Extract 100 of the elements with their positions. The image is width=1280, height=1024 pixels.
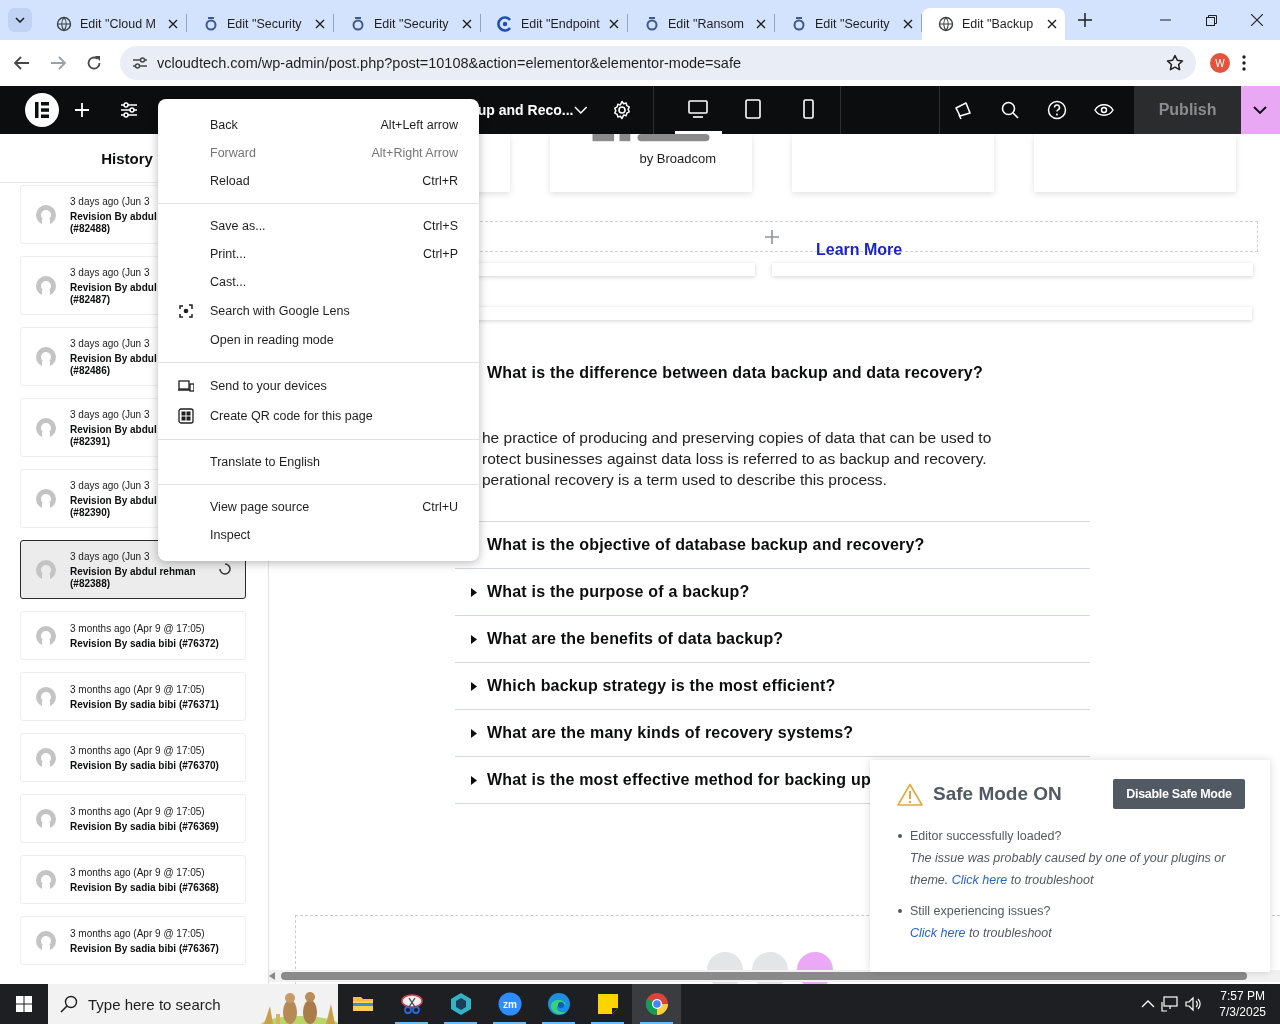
troubleshoot-link[interactable]: Click here	[910, 926, 966, 940]
chrome-icon	[644, 992, 669, 1016]
desktop-icon	[688, 98, 709, 119]
address-field[interactable]: vcloudtech.com/wp-admin/post.php?post=10108&action=elementor&elementor-mode=safe	[120, 46, 1196, 80]
panel-title: History	[101, 149, 153, 167]
revision-card[interactable]: 3 months ago (Apr 9 @ 17:05) Revision By sadia bibi (#76367)	[20, 916, 246, 965]
avatar-icon	[36, 686, 56, 707]
forward-arrow-icon[interactable]	[50, 56, 66, 70]
qr-code-icon	[178, 408, 194, 424]
bullet-dot	[898, 909, 902, 913]
search-icon	[60, 995, 78, 1013]
revision-time: 3 days ago (Jun 3	[70, 478, 151, 492]
logo-caption: by Broadcom	[639, 151, 716, 166]
volume-icon[interactable]	[1185, 996, 1204, 1012]
clock-time[interactable]: 7:57 PM	[1220, 988, 1265, 1004]
network-icon[interactable]	[1161, 996, 1180, 1012]
close-icon[interactable]	[903, 19, 913, 29]
caret-right-icon	[469, 634, 478, 644]
close-icon[interactable]	[1047, 19, 1057, 29]
revision-card[interactable]: 3 months ago (Apr 9 @ 17:05) Revision By sadia bibi (#76372)	[20, 611, 246, 660]
chevron-up-icon[interactable]	[1141, 1000, 1156, 1008]
menu-icon[interactable]	[1242, 55, 1246, 71]
browser-tab[interactable]: Edit "Ransom	[628, 8, 774, 40]
settings-icon[interactable]	[611, 100, 632, 120]
plus-icon[interactable]	[1078, 13, 1092, 27]
minimize-icon[interactable]	[1159, 19, 1171, 21]
lens-icon	[178, 303, 194, 319]
hexagon-icon	[448, 992, 473, 1016]
avatar-icon	[36, 869, 56, 890]
disable-safe-mode-button[interactable]: Disable Safe Mode	[1113, 779, 1245, 809]
revision-author: Revision By sadia bibi (#76370)	[70, 759, 219, 772]
taskbar-search-field[interactable]: Type here to search	[48, 984, 338, 1024]
elementor-logo-icon[interactable]	[25, 93, 59, 127]
restore-icon[interactable]	[1205, 14, 1217, 26]
revision-time: 3 months ago (Apr 9 @ 17:05)	[70, 682, 206, 696]
revision-card[interactable]: 3 months ago (Apr 9 @ 17:05) Revision By sadia bibi (#76371)	[20, 672, 246, 721]
caret-right-icon	[469, 681, 478, 691]
caret-right-icon	[469, 728, 478, 738]
faq-question[interactable]: What are the benefits of data backup?	[455, 616, 1090, 662]
close-icon[interactable]	[315, 19, 325, 29]
revision-time: 3 days ago (Jun 3	[70, 194, 151, 208]
back-arrow-icon[interactable]	[14, 56, 30, 70]
browser-tab[interactable]: Edit "Cloud M	[40, 8, 186, 40]
revision-card[interactable]: 3 months ago (Apr 9 @ 17:05) Revision By sadia bibi (#76368)	[20, 855, 246, 904]
page-title[interactable]: up and Reco...	[477, 102, 574, 118]
close-icon[interactable]	[1251, 14, 1263, 26]
browser-tab[interactable]: Edit "Backup	[922, 8, 1065, 40]
faq-question[interactable]: What are the many kinds of recovery systems?	[455, 710, 1090, 756]
chevron-down-icon[interactable]	[573, 105, 590, 115]
close-icon[interactable]	[462, 19, 472, 29]
megaphone-icon[interactable]	[953, 100, 974, 120]
avatar-icon	[36, 930, 56, 951]
globe-icon	[938, 16, 954, 32]
note-title: Editor successfully loaded?	[910, 828, 1063, 845]
star-icon[interactable]	[1166, 54, 1184, 72]
avatar-icon	[36, 488, 56, 509]
scissors-icon	[399, 992, 424, 1016]
help-icon[interactable]	[1046, 100, 1067, 120]
site-icon	[203, 16, 219, 32]
sliders-icon[interactable]	[120, 102, 139, 118]
close-icon[interactable]	[609, 19, 619, 29]
horizontal-scrollbar[interactable]	[269, 970, 1280, 982]
faq-question[interactable]: Which backup strategy is the most efficient?	[455, 663, 1090, 709]
site-settings-icon[interactable]	[132, 56, 148, 70]
browser-tab[interactable]: Edit "Security	[187, 8, 333, 40]
eye-icon[interactable]	[1093, 103, 1114, 117]
revision-author: Revision By abdul	[70, 210, 157, 223]
revision-author: Revision By abdul rehman	[70, 565, 196, 578]
revision-time: 3 months ago (Apr 9 @ 17:05)	[70, 865, 206, 879]
caret-right-icon	[469, 587, 478, 597]
revision-author: Revision By abdul	[70, 423, 157, 436]
revision-author: Revision By sadia bibi (#76369)	[70, 820, 219, 833]
revision-time: 3 months ago (Apr 9 @ 17:05)	[70, 926, 206, 940]
revision-author: Revision By abdul	[70, 281, 157, 294]
taskbar-app[interactable]	[632, 984, 681, 1024]
publish-options-button[interactable]	[1240, 86, 1280, 134]
note-text: Click here to troubleshoot	[910, 925, 1053, 942]
browser-tab[interactable]: Edit "Security	[775, 8, 921, 40]
profile-avatar[interactable]: W	[1210, 53, 1230, 73]
revision-time: 3 months ago (Apr 9 @ 17:05)	[70, 621, 206, 635]
browser-tab[interactable]: Edit "Security	[334, 8, 480, 40]
search-icon[interactable]	[1000, 101, 1019, 119]
menu-item[interactable]: Back Alt+Left arrow	[158, 111, 479, 139]
close-icon[interactable]	[756, 19, 766, 29]
tab-search-button[interactable]	[8, 8, 32, 32]
faq-question[interactable]: What is the purpose of a backup?	[455, 569, 1090, 615]
note-text: The issue was probably caused by one of your plugins or theme. Click here to troubleshoot	[910, 850, 1227, 889]
revision-author: Revision By sadia bibi (#76367)	[70, 942, 219, 955]
avatar-icon	[36, 275, 56, 296]
avatar-icon	[36, 204, 56, 225]
troubleshoot-link[interactable]: Click here	[951, 873, 1008, 887]
revision-card[interactable]: 3 months ago (Apr 9 @ 17:05) Revision By sadia bibi (#76369)	[20, 794, 246, 843]
reload-icon[interactable]	[86, 55, 102, 71]
avatar-icon	[36, 559, 56, 580]
close-icon[interactable]	[168, 19, 178, 29]
clock-date[interactable]: 7/3/2025	[1219, 1004, 1266, 1020]
browser-tab[interactable]: Edit "Endpoint	[481, 8, 627, 40]
revision-card[interactable]: 3 months ago (Apr 9 @ 17:05) Revision By sadia bibi (#76370)	[20, 733, 246, 782]
revision-time: 3 months ago (Apr 9 @ 17:05)	[70, 804, 206, 818]
faq-answer: he practice of producing and preserving copies of data that can be used to rotect businesses against data loss is referred to as backup and recovery. perational recovery is a term used to describe this process.	[481, 428, 993, 490]
